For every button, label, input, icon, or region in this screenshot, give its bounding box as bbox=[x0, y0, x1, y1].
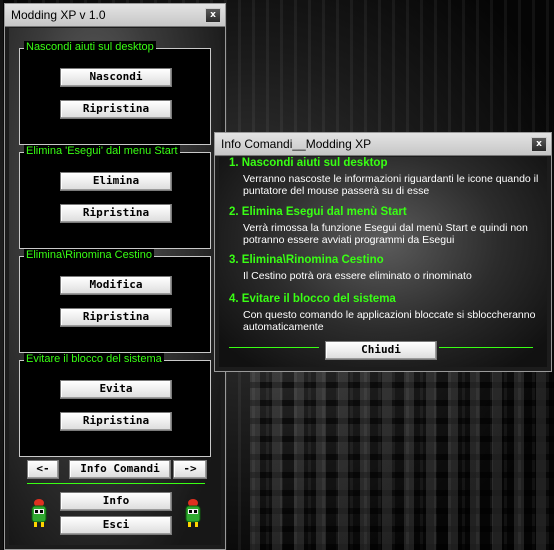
exit-button[interactable]: Esci bbox=[60, 516, 172, 535]
group-hide-desktop-help: Nascondi aiuti sul desktop Nascondi Ripr… bbox=[19, 41, 211, 145]
group-title: Elimina\Rinomina Cestino bbox=[24, 249, 154, 261]
divider-left bbox=[229, 347, 319, 348]
group-title: Evitare il blocco del sistema bbox=[24, 353, 164, 365]
divider bbox=[27, 483, 205, 484]
restore-button[interactable]: Ripristina bbox=[60, 308, 172, 327]
delete-button[interactable]: Elimina bbox=[60, 172, 172, 191]
info-text-1: Verranno nascoste le informazioni riguar… bbox=[243, 173, 539, 197]
info-window: Info Comandi__Modding XP x 1. Nascondi a… bbox=[214, 132, 552, 372]
restore-button[interactable]: Ripristina bbox=[60, 412, 172, 431]
info-heading-3: 3. Elimina\Rinomina Cestino bbox=[229, 254, 384, 266]
group-avoid-system-lock: Evitare il blocco del sistema Evita Ripr… bbox=[19, 353, 211, 457]
info-button[interactable]: Info bbox=[60, 492, 172, 511]
info-commands-button[interactable]: Info Comandi bbox=[69, 460, 171, 479]
info-heading-1: 1. Nascondi aiuti sul desktop bbox=[229, 157, 388, 169]
desktop-wallpaper-pattern bbox=[250, 370, 554, 550]
info-heading-4: 4. Evitare il blocco del sistema bbox=[229, 293, 396, 305]
robot-mascot-icon bbox=[29, 498, 49, 528]
main-titlebar[interactable]: Modding XP v 1.0 x bbox=[5, 4, 225, 27]
info-window-title: Info Comandi__Modding XP bbox=[221, 137, 372, 151]
group-title: Elimina 'Esegui' dal menu Start bbox=[24, 145, 180, 157]
close-dialog-button[interactable]: Chiudi bbox=[325, 341, 437, 360]
group-remove-run: Elimina 'Esegui' dal menu Start Elimina … bbox=[19, 145, 211, 249]
info-close-icon[interactable]: x bbox=[531, 137, 547, 152]
robot-mascot-icon bbox=[183, 498, 203, 528]
info-text-3: Il Cestino potrà ora essere eliminato o … bbox=[243, 270, 472, 282]
main-client-area: Nascondi aiuti sul desktop Nascondi Ripr… bbox=[9, 28, 221, 545]
info-text-2: Verrà rimossa la funzione Esegui dal men… bbox=[243, 222, 528, 246]
main-close-icon[interactable]: x bbox=[205, 8, 221, 23]
avoid-button[interactable]: Evita bbox=[60, 380, 172, 399]
info-titlebar[interactable]: Info Comandi__Modding XP x bbox=[215, 133, 551, 156]
modify-button[interactable]: Modifica bbox=[60, 276, 172, 295]
group-recycle-bin: Elimina\Rinomina Cestino Modifica Ripris… bbox=[19, 249, 211, 353]
info-text-4: Con questo comando le applicazioni blocc… bbox=[243, 309, 536, 333]
info-client-area: 1. Nascondi aiuti sul desktop Verranno n… bbox=[219, 157, 547, 367]
main-window-title: Modding XP v 1.0 bbox=[11, 8, 106, 22]
restore-button[interactable]: Ripristina bbox=[60, 204, 172, 223]
group-title: Nascondi aiuti sul desktop bbox=[24, 41, 156, 53]
divider-right bbox=[439, 347, 533, 348]
info-heading-2: 2. Elimina Esegui dal menù Start bbox=[229, 206, 407, 218]
main-window: Modding XP v 1.0 x Nascondi aiuti sul de… bbox=[4, 3, 226, 550]
prev-button[interactable]: <- bbox=[27, 460, 59, 479]
hide-button[interactable]: Nascondi bbox=[60, 68, 172, 87]
restore-button[interactable]: Ripristina bbox=[60, 100, 172, 119]
next-button[interactable]: -> bbox=[173, 460, 207, 479]
